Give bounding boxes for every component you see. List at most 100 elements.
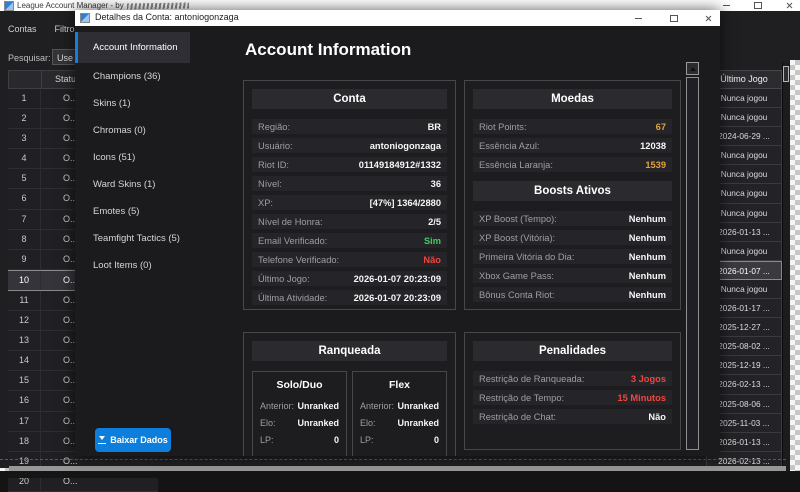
sidebar-item-ward-skins-1[interactable]: Ward Skins (1) bbox=[75, 171, 190, 198]
sidebar-item-skins-1[interactable]: Skins (1) bbox=[75, 90, 190, 117]
dialog-icon bbox=[80, 13, 90, 23]
dialog-titlebar[interactable]: Detalhes da Conta: antoniogonzaga bbox=[75, 10, 720, 26]
info-row: XP Boost (Vitória): Nenhum bbox=[473, 230, 672, 245]
sidebar-item-chromas-0[interactable]: Chromas (0) bbox=[75, 117, 190, 144]
info-row: Restrição de Tempo:15 Minutos bbox=[473, 390, 672, 405]
dialog-scroll-up-button[interactable] bbox=[686, 62, 699, 75]
dialog-sidebar: Account InformationChampions (36)Skins (… bbox=[75, 26, 190, 456]
info-label: Usuário: bbox=[258, 141, 293, 151]
sidebar-items: Account InformationChampions (36)Skins (… bbox=[75, 26, 190, 279]
flex-title: Flex bbox=[358, 379, 441, 391]
info-row: Essência Azul: 12038 bbox=[473, 138, 672, 153]
sidebar-item-loot-items-0[interactable]: Loot Items (0) bbox=[75, 252, 190, 279]
info-row: XP Boost (Tempo): Nenhum bbox=[473, 211, 672, 226]
sidebar-item-teamfight-tactics-5[interactable]: Teamfight Tactics (5) bbox=[75, 225, 190, 252]
penalidades-panel: Penalidades Restrição de Ranqueada:3 Jog… bbox=[464, 332, 681, 450]
info-value: 12038 bbox=[640, 141, 666, 151]
boosts-rows: XP Boost (Tempo):NenhumXP Boost (Vitória… bbox=[473, 211, 672, 302]
row-number: 9 bbox=[8, 250, 41, 269]
info-label: Essência Azul: bbox=[479, 141, 539, 151]
info-label: Elo: bbox=[360, 418, 376, 428]
info-row: Região: BR bbox=[252, 119, 447, 134]
info-value: Nenhum bbox=[629, 252, 666, 262]
main-window-title: League Account Manager - by bbox=[17, 1, 189, 10]
dialog-maximize-button[interactable] bbox=[663, 11, 685, 25]
row-number: 12 bbox=[8, 311, 41, 330]
row-number: 11 bbox=[8, 291, 41, 310]
row-number: 4 bbox=[8, 149, 41, 168]
info-row: Usuário:antoniogonzaga bbox=[252, 138, 447, 153]
info-row: Anterior:Unranked bbox=[258, 399, 341, 412]
close-button[interactable] bbox=[780, 1, 798, 10]
info-label: Elo: bbox=[260, 418, 276, 428]
info-label: Essência Laranja: bbox=[479, 160, 553, 170]
info-row: Primeira Vitória do Dia: Nenhum bbox=[473, 249, 672, 264]
info-label: Última Atividade: bbox=[258, 293, 327, 303]
download-data-button[interactable]: Baixar Dados bbox=[95, 428, 171, 452]
info-label: LP: bbox=[360, 435, 374, 445]
info-label: XP Boost (Vitória): bbox=[479, 233, 555, 243]
flex-box: Flex Anterior:UnrankedElo:UnrankedLP:0 bbox=[352, 371, 447, 456]
info-value: 67 bbox=[656, 122, 666, 132]
info-label: Bônus Conta Riot: bbox=[479, 290, 554, 300]
info-value: Nenhum bbox=[629, 214, 666, 224]
ranqueada-panel-title: Ranqueada bbox=[252, 341, 447, 361]
ranqueada-panel: Ranqueada Solo/Duo Anterior:UnrankedElo:… bbox=[243, 332, 456, 456]
flex-rows: Anterior:UnrankedElo:UnrankedLP:0 bbox=[358, 399, 441, 446]
maximize-button[interactable] bbox=[749, 1, 767, 10]
row-number: 7 bbox=[8, 210, 41, 229]
row-number: 8 bbox=[8, 230, 41, 249]
row-number: 18 bbox=[8, 432, 41, 451]
info-row: Essência Laranja:1539 bbox=[473, 157, 672, 172]
info-row: Telefone Verificado: Não bbox=[252, 252, 447, 267]
info-row: Última Atividade:2026-01-07 20:23:09 bbox=[252, 290, 447, 305]
minimize-icon bbox=[723, 5, 730, 6]
info-label: Anterior: bbox=[360, 401, 394, 411]
main-scrollbar-thumb[interactable] bbox=[783, 66, 789, 82]
menu-contas[interactable]: Contas bbox=[8, 24, 37, 38]
row-number: 2 bbox=[8, 109, 41, 128]
info-row: Restrição de Chat:Não bbox=[473, 409, 672, 424]
info-label: Primeira Vitória do Dia: bbox=[479, 252, 574, 262]
minimize-button[interactable] bbox=[717, 1, 735, 10]
info-value: Unranked bbox=[397, 418, 439, 428]
info-label: Último Jogo: bbox=[258, 274, 310, 284]
info-label: XP Boost (Tempo): bbox=[479, 214, 557, 224]
menubar: Contas Filtros bbox=[0, 24, 79, 38]
row-number: 1 bbox=[8, 89, 41, 108]
info-value: 2/5 bbox=[428, 217, 441, 227]
info-row: Elo:Unranked bbox=[258, 416, 341, 429]
info-row: LP:0 bbox=[358, 433, 441, 446]
penalidades-panel-title: Penalidades bbox=[473, 341, 672, 361]
sidebar-item-icons-51[interactable]: Icons (51) bbox=[75, 144, 190, 171]
info-value: Não bbox=[423, 255, 441, 265]
info-value: BR bbox=[428, 122, 441, 132]
dialog-minimize-button[interactable] bbox=[627, 11, 649, 25]
dialog-scrollbar[interactable] bbox=[686, 77, 699, 450]
sidebar-item-emotes-5[interactable]: Emotes (5) bbox=[75, 198, 190, 225]
info-value: 01149184912#1332 bbox=[359, 160, 441, 170]
row-number: 15 bbox=[8, 371, 41, 390]
download-icon bbox=[98, 436, 106, 444]
row-number: 3 bbox=[8, 129, 41, 148]
info-row: XP:[47%] 1364/2880 bbox=[252, 195, 447, 210]
info-value: Sim bbox=[424, 236, 441, 246]
row-number: 16 bbox=[8, 391, 41, 410]
close-icon bbox=[786, 2, 793, 9]
sidebar-item-account-information[interactable]: Account Information bbox=[75, 32, 190, 63]
info-label: Riot ID: bbox=[258, 160, 289, 170]
info-row: Nível de Honra:2/5 bbox=[252, 214, 447, 229]
info-label: Região: bbox=[258, 122, 290, 132]
boosts-panel-title: Boosts Ativos bbox=[473, 181, 672, 201]
maximize-icon bbox=[670, 15, 678, 22]
info-label: Telefone Verificado: bbox=[258, 255, 339, 265]
main-window-bottom-edge bbox=[0, 471, 800, 478]
info-row: Último Jogo:2026-01-07 20:23:09 bbox=[252, 271, 447, 286]
moedas-panel: Moedas Riot Points:67Essência Azul:12038… bbox=[464, 80, 681, 310]
info-label: Email Verificado: bbox=[258, 236, 327, 246]
close-icon bbox=[705, 15, 712, 22]
sidebar-item-champions-36[interactable]: Champions (36) bbox=[75, 63, 190, 90]
dialog-close-button[interactable] bbox=[697, 11, 719, 25]
info-value: Nenhum bbox=[629, 233, 666, 243]
maximize-icon bbox=[754, 2, 762, 9]
